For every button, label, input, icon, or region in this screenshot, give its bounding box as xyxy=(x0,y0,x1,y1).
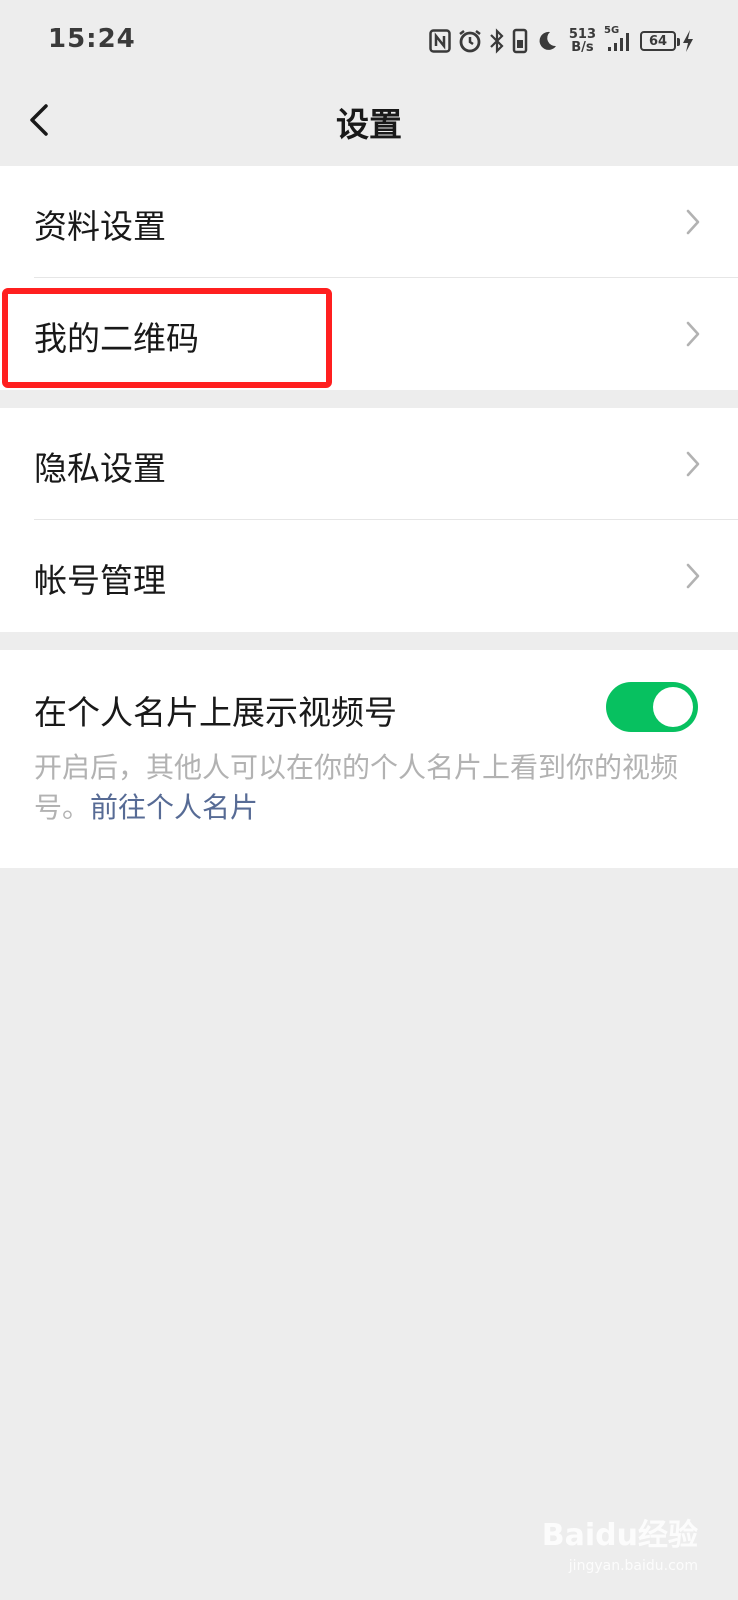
signal-icon: 5G xyxy=(604,25,634,53)
menu-item-label: 资料设置 xyxy=(34,207,166,246)
settings-group-2: 隐私设置 帐号管理 xyxy=(0,408,738,632)
battery-icon: 64 xyxy=(640,31,680,51)
watermark-url: jingyan.baidu.com xyxy=(568,1558,698,1574)
show-video-channel-toggle[interactable] xyxy=(606,682,698,732)
menu-item-privacy-settings[interactable]: 隐私设置 xyxy=(0,408,738,520)
menu-item-account-management[interactable]: 帐号管理 xyxy=(0,520,738,632)
baidu-watermark: Baidu经验 xyxy=(542,1510,698,1554)
moon-icon xyxy=(535,29,559,53)
network-speed-unit: B/s xyxy=(571,40,594,55)
menu-item-label: 帐号管理 xyxy=(34,561,166,600)
go-to-profile-card-link[interactable]: 前往个人名片 xyxy=(90,791,258,824)
watermark-text: Baidu经验 xyxy=(541,1518,698,1553)
page-title: 设置 xyxy=(336,105,402,144)
alarm-icon xyxy=(457,28,483,54)
highlight-annotation-box xyxy=(2,288,332,388)
network-speed: 513 B/s xyxy=(569,28,596,54)
chevron-right-icon xyxy=(684,208,702,236)
video-channel-description: 开启后，其他人可以在你的个人名片上看到你的视频号。前往个人名片 xyxy=(34,748,704,828)
show-video-channel-label: 在个人名片上展示视频号 xyxy=(34,693,397,732)
menu-item-label: 隐私设置 xyxy=(34,449,166,488)
battery-level: 64 xyxy=(648,33,668,49)
status-icons: 513 B/s 5G 64 xyxy=(429,25,694,56)
menu-item-profile-settings[interactable]: 资料设置 xyxy=(0,166,738,278)
status-time: 15:24 xyxy=(48,24,136,54)
bluetooth-icon xyxy=(489,28,505,54)
nav-bar: 设置 xyxy=(0,84,738,166)
vibrate-icon xyxy=(511,28,529,54)
chevron-right-icon xyxy=(684,320,702,348)
toggle-knob xyxy=(653,687,693,727)
chevron-right-icon xyxy=(684,450,702,478)
network-type: 5G xyxy=(604,25,620,36)
nfc-icon xyxy=(429,29,451,53)
chevron-right-icon xyxy=(684,562,702,590)
status-bar: 15:24 513 B/s 5G 64 xyxy=(0,0,738,84)
charging-icon xyxy=(682,29,694,53)
